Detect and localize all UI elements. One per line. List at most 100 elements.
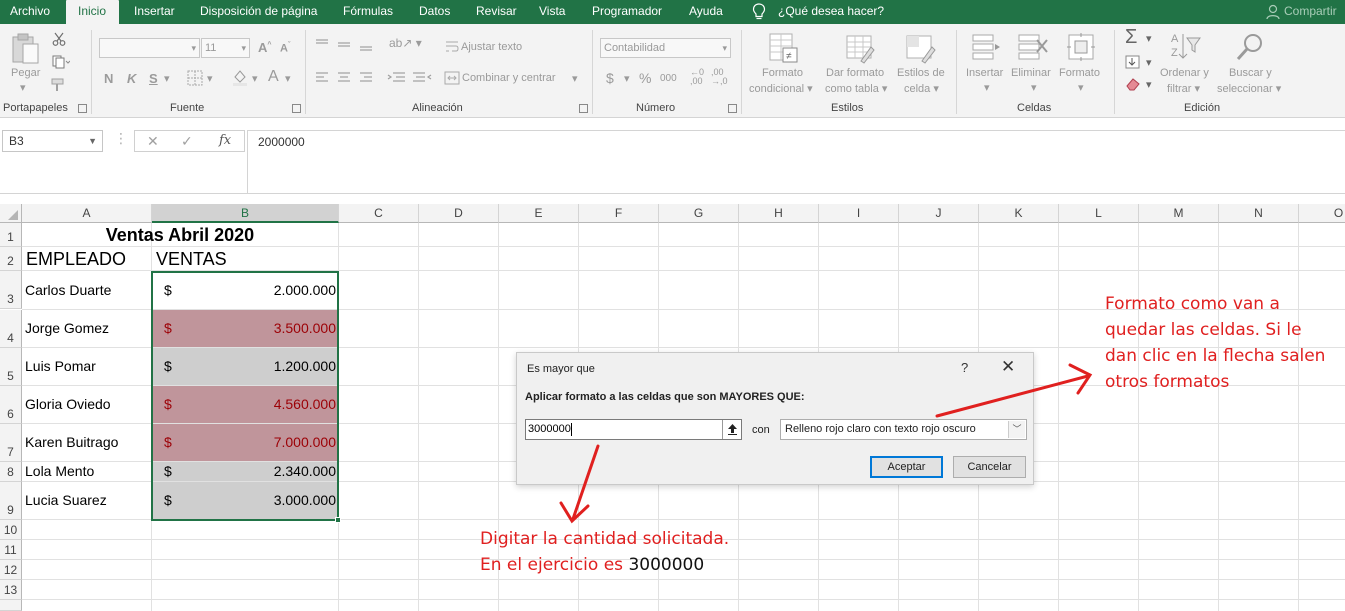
sales-amount[interactable]: 2.000.000: [200, 282, 336, 298]
portapapeles-launcher-icon[interactable]: [78, 104, 87, 113]
wrap-text-icon[interactable]: [445, 40, 459, 54]
tab-inicio[interactable]: Inicio: [66, 0, 119, 24]
column-header-B[interactable]: B: [152, 204, 339, 223]
find-label-1[interactable]: Buscar y: [1229, 67, 1272, 79]
tab-formulas[interactable]: Fórmulas: [343, 0, 393, 24]
underline-button[interactable]: S: [149, 71, 158, 86]
column-header-L[interactable]: L: [1059, 204, 1139, 223]
copy-icon[interactable]: [52, 55, 70, 69]
row-header-11[interactable]: 11: [0, 540, 22, 560]
header-sales[interactable]: VENTAS: [156, 249, 227, 270]
tab-archivo[interactable]: Archivo: [10, 0, 50, 24]
table-format-label-1[interactable]: Dar formato: [826, 67, 884, 79]
column-header-F[interactable]: F: [579, 204, 659, 223]
format-painter-icon[interactable]: [50, 78, 66, 92]
column-header-M[interactable]: M: [1139, 204, 1219, 223]
employee-name[interactable]: Lola Mento: [25, 463, 94, 479]
column-header-H[interactable]: H: [739, 204, 819, 223]
employee-name[interactable]: Lucia Suarez: [25, 492, 107, 508]
employee-name[interactable]: Gloria Oviedo: [25, 396, 111, 412]
sales-amount[interactable]: 2.340.000: [200, 463, 336, 479]
tab-ayuda[interactable]: Ayuda: [689, 0, 723, 24]
paste-icon[interactable]: [10, 32, 42, 66]
cancel-entry-icon[interactable]: ✕: [147, 133, 159, 150]
cell-styles-label-2[interactable]: celda ▾: [904, 82, 939, 95]
paste-dropdown-icon[interactable]: ▾: [20, 81, 26, 94]
delete-cells-dropdown-icon[interactable]: ▾: [1031, 81, 1037, 94]
borders-dropdown-icon[interactable]: ▾: [207, 72, 213, 85]
fill-down-icon[interactable]: [1125, 55, 1141, 69]
alineacion-launcher-icon[interactable]: [579, 104, 588, 113]
select-all-corner[interactable]: [0, 204, 22, 223]
fuente-launcher-icon[interactable]: [292, 104, 301, 113]
cut-icon[interactable]: [52, 32, 66, 46]
font-grow-icon[interactable]: A^: [258, 40, 271, 55]
increase-decimal-button[interactable]: ←0,00: [690, 68, 704, 86]
sort-label-2[interactable]: filtrar ▾: [1167, 82, 1200, 95]
vertical-align-icons[interactable]: [314, 38, 380, 52]
employee-name[interactable]: Karen Buitrago: [25, 434, 118, 450]
dialog-help-button[interactable]: ?: [961, 360, 968, 375]
cond-format-label-1[interactable]: Formato: [762, 67, 803, 79]
find-label-2[interactable]: seleccionar ▾: [1217, 82, 1281, 95]
cancel-button[interactable]: Cancelar: [953, 456, 1026, 478]
fill-handle[interactable]: [335, 517, 341, 523]
column-header-K[interactable]: K: [979, 204, 1059, 223]
name-box[interactable]: B3 ▼: [2, 130, 103, 152]
tell-me-search[interactable]: ¿Qué desea hacer?: [778, 0, 884, 24]
row-header-6[interactable]: 6: [0, 386, 22, 424]
header-employee[interactable]: EMPLEADO: [26, 249, 126, 270]
bold-button[interactable]: N: [104, 71, 113, 86]
row-header-3[interactable]: 3: [0, 271, 22, 309]
sort-label-1[interactable]: Ordenar y: [1160, 67, 1209, 79]
collapse-dialog-icon[interactable]: [722, 420, 741, 439]
thousands-button[interactable]: 000: [660, 73, 677, 84]
clear-dropdown-icon[interactable]: ▾: [1146, 78, 1152, 91]
tab-disposicion[interactable]: Disposición de página: [200, 0, 317, 24]
insert-function-icon[interactable]: fx: [219, 133, 231, 148]
format-style-select[interactable]: Relleno rojo claro con texto rojo oscuro…: [780, 419, 1027, 440]
sales-amount[interactable]: 1.200.000: [200, 358, 336, 374]
employee-name[interactable]: Luis Pomar: [25, 358, 96, 374]
autosum-icon[interactable]: Σ: [1125, 26, 1137, 49]
fill-color-icon[interactable]: [231, 68, 249, 86]
merge-center-label[interactable]: Combinar y centrar: [462, 72, 556, 84]
cell-styles-icon[interactable]: [904, 31, 938, 65]
row-header-9[interactable]: 9: [0, 482, 22, 520]
row-header-5[interactable]: 5: [0, 348, 22, 386]
sales-amount[interactable]: 4.560.000: [200, 396, 336, 412]
numero-launcher-icon[interactable]: [728, 104, 737, 113]
currency-button[interactable]: $: [606, 70, 614, 86]
delete-cells-icon[interactable]: [1017, 32, 1049, 62]
wrap-text-label[interactable]: Ajustar texto: [461, 41, 522, 53]
chevron-down-icon[interactable]: ﹀: [1008, 421, 1025, 438]
sales-amount[interactable]: 7.000.000: [200, 434, 336, 450]
row-header-8[interactable]: 8: [0, 462, 22, 482]
fill-dropdown-icon[interactable]: ▾: [1146, 56, 1152, 69]
table-format-label-2[interactable]: como tabla ▾: [825, 82, 887, 95]
tab-programador[interactable]: Programador: [592, 0, 662, 24]
row-header-13[interactable]: 13: [0, 580, 22, 600]
decrease-decimal-button[interactable]: ,00 →,0: [711, 68, 728, 86]
row-header-4[interactable]: 4: [0, 310, 22, 348]
format-as-table-icon[interactable]: [843, 31, 877, 65]
clear-eraser-icon[interactable]: [1125, 77, 1141, 91]
row-header-7[interactable]: 7: [0, 424, 22, 462]
confirm-entry-icon[interactable]: ✓: [181, 133, 193, 150]
currency-dropdown-icon[interactable]: ▾: [624, 72, 630, 85]
orientation-icon[interactable]: ab↗ ▾: [389, 36, 422, 50]
sheet-title[interactable]: Ventas Abril 2020: [22, 225, 338, 246]
font-color-dropdown-icon[interactable]: ▾: [285, 72, 291, 85]
column-header-J[interactable]: J: [899, 204, 979, 223]
row-header-10[interactable]: 10: [0, 520, 22, 540]
sales-amount[interactable]: 3.500.000: [200, 320, 336, 336]
find-select-icon[interactable]: [1235, 31, 1267, 63]
cell-styles-label-1[interactable]: Estilos de: [897, 67, 945, 79]
tab-revisar[interactable]: Revisar: [476, 0, 517, 24]
row-header-12[interactable]: 12: [0, 560, 22, 580]
insert-cells-icon[interactable]: [971, 32, 1001, 62]
font-size-combo[interactable]: 11 ▾: [201, 38, 250, 58]
fill-color-dropdown-icon[interactable]: ▾: [252, 72, 258, 85]
column-header-D[interactable]: D: [419, 204, 499, 223]
merge-center-icon[interactable]: [444, 71, 460, 85]
